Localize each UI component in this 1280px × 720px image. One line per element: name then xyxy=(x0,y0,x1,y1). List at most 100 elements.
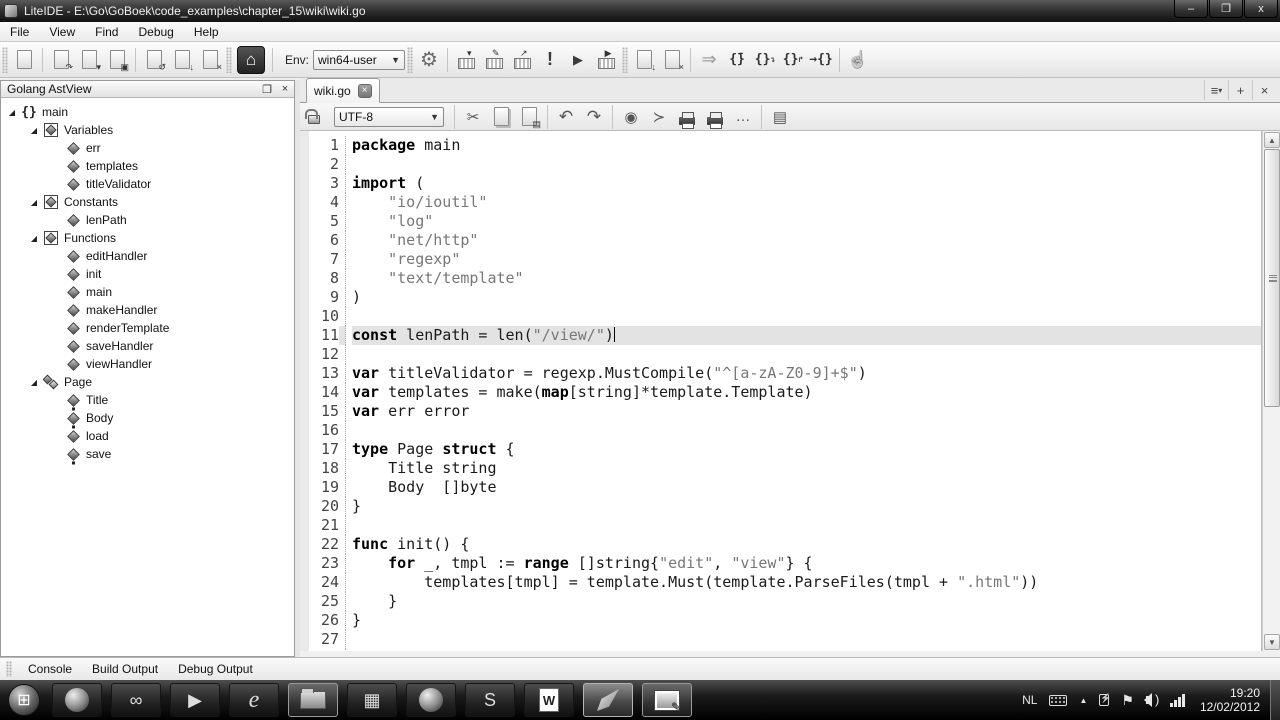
code-line[interactable]: 4 "io/ioutil" xyxy=(309,193,1262,212)
code-line[interactable]: 7 "regexp" xyxy=(309,250,1262,269)
word-app[interactable]: W xyxy=(524,683,574,717)
tree-item-load[interactable]: load xyxy=(1,427,294,445)
code-line[interactable]: 6 "net/http" xyxy=(309,231,1262,250)
tree-item-init[interactable]: init xyxy=(1,265,294,283)
revert-file-icon[interactable]: ↓ xyxy=(169,47,195,73)
close-tab-icon[interactable]: × xyxy=(1252,80,1276,100)
toolbar-handle[interactable] xyxy=(226,47,232,73)
tab-close-icon[interactable]: × xyxy=(358,84,372,98)
export-icon[interactable]: ≻ xyxy=(646,104,672,130)
show-desktop-button[interactable] xyxy=(1270,680,1280,720)
code-line[interactable]: 5 "log" xyxy=(309,212,1262,231)
action-center-flag-icon[interactable]: ⚑ xyxy=(1121,692,1134,709)
toolbar-handle[interactable] xyxy=(407,47,413,73)
clock[interactable]: 19:20 12/02/2012 xyxy=(1200,686,1260,714)
code-line[interactable]: 15var err error xyxy=(309,402,1262,421)
copy-icon[interactable] xyxy=(488,104,514,130)
tab-wiki-go[interactable]: wiki.go × xyxy=(306,78,380,103)
start-button[interactable]: ⊞ xyxy=(8,684,40,716)
run-to-line-icon[interactable]: →{} xyxy=(808,47,834,73)
expander-icon[interactable]: ◢ xyxy=(29,378,39,387)
tree-item-makeHandler[interactable]: makeHandler xyxy=(1,301,294,319)
skype-app[interactable]: S xyxy=(465,683,515,717)
expander-icon[interactable]: ◢ xyxy=(7,108,17,117)
code-line[interactable]: 10 xyxy=(309,307,1262,326)
undo-icon[interactable]: ↶ xyxy=(553,104,579,130)
cut-icon[interactable]: ✂ xyxy=(460,104,486,130)
tree-item-lenPath[interactable]: lenPath xyxy=(1,211,294,229)
menu-find[interactable]: Find xyxy=(85,23,128,41)
scroll-up-icon[interactable]: ▲ xyxy=(1264,132,1280,148)
code-line[interactable]: 24 templates[tmpl] = template.Must(templ… xyxy=(309,573,1262,592)
tree-item-editHandler[interactable]: editHandler xyxy=(1,247,294,265)
tree-item-Functions[interactable]: ◢Functions xyxy=(1,229,294,247)
code-line[interactable]: 14var templates = make(map[string]*templ… xyxy=(309,383,1262,402)
code-line[interactable]: 26} xyxy=(309,611,1262,630)
expander-icon[interactable]: ◢ xyxy=(29,126,39,135)
tree-item-templates[interactable]: templates xyxy=(1,157,294,175)
output-tab-build-output[interactable]: Build Output xyxy=(82,660,168,678)
continue-icon[interactable]: ⇒ xyxy=(696,47,722,73)
print-icon[interactable] xyxy=(674,104,700,130)
hidden-icons-button[interactable]: ▲ xyxy=(1079,696,1087,705)
save-all-icon[interactable]: ▣ xyxy=(104,47,130,73)
debug-run-icon[interactable]: ▶ xyxy=(593,47,619,73)
code-line[interactable]: 3import ( xyxy=(309,174,1262,193)
calculator-app[interactable]: ▦ xyxy=(347,683,397,717)
code-line[interactable]: 25 } xyxy=(309,592,1262,611)
stop-icon[interactable]: ! xyxy=(537,47,563,73)
code-line[interactable]: 2 xyxy=(309,155,1262,174)
tree-item-viewHandler[interactable]: viewHandler xyxy=(1,355,294,373)
code-line[interactable]: 12 xyxy=(309,345,1262,364)
code-line[interactable]: 11const lenPath = len("/view/") xyxy=(309,326,1262,345)
language-indicator[interactable]: NL xyxy=(1022,693,1037,707)
redo-icon[interactable]: ↷ xyxy=(581,104,607,130)
expression-app[interactable]: ∞ xyxy=(111,683,161,717)
code-line[interactable]: 22func init() { xyxy=(309,535,1262,554)
close-panel-icon[interactable]: × xyxy=(276,82,294,97)
volume-icon[interactable] xyxy=(1146,696,1158,704)
deploy-icon[interactable]: ↗ xyxy=(509,47,535,73)
encoding-select[interactable]: UTF-8 ▼ xyxy=(334,107,444,127)
minimize-button[interactable]: – xyxy=(1174,0,1208,18)
tree-item-saveHandler[interactable]: saveHandler xyxy=(1,337,294,355)
toolbar-handle[interactable] xyxy=(2,47,8,73)
expander-icon[interactable]: ◢ xyxy=(29,234,39,243)
code-line[interactable]: 16 xyxy=(309,421,1262,440)
pause-hand-icon[interactable]: ☝ xyxy=(845,47,871,73)
close-file-icon[interactable]: × xyxy=(197,47,223,73)
vertical-scrollbar[interactable]: ▲ ▼ xyxy=(1262,131,1280,651)
open-file-icon[interactable]: ↷ xyxy=(48,47,74,73)
toolbar-handle[interactable] xyxy=(622,47,628,73)
more-button[interactable]: … xyxy=(730,104,756,130)
output-bar-handle[interactable] xyxy=(6,661,12,677)
install-icon[interactable]: ✎ xyxy=(481,47,507,73)
reload-file-icon[interactable]: ↺ xyxy=(141,47,167,73)
code-line[interactable]: 1package main xyxy=(309,136,1262,155)
new-file-icon[interactable] xyxy=(11,47,37,73)
menu-debug[interactable]: Debug xyxy=(128,23,183,41)
power-plug-icon[interactable] xyxy=(1099,694,1109,706)
tree-item-main[interactable]: ◢{}main xyxy=(1,103,294,121)
word-wrap-icon[interactable]: ▤ xyxy=(767,104,793,130)
menu-file[interactable]: File xyxy=(0,23,39,41)
navigate-icon[interactable]: ◉ xyxy=(618,104,644,130)
step-out-icon[interactable]: {}↱ xyxy=(780,47,806,73)
tree-item-Body[interactable]: Body xyxy=(1,409,294,427)
print-preview-icon[interactable] xyxy=(702,104,728,130)
scrollbar-thumb[interactable] xyxy=(1264,149,1280,407)
env-select[interactable]: win64-user ▼ xyxy=(313,50,405,70)
window-titlebar[interactable]: LiteIDE - E:\Go\GoBoek\code_examples\cha… xyxy=(0,0,1280,22)
menu-view[interactable]: View xyxy=(39,23,85,41)
tree-item-Title[interactable]: Title xyxy=(1,391,294,409)
new-tab-icon[interactable]: + xyxy=(1228,80,1252,100)
tree-item-Constants[interactable]: ◢Constants xyxy=(1,193,294,211)
tree-item-Page[interactable]: ◢Page xyxy=(1,373,294,391)
scroll-down-icon[interactable]: ▼ xyxy=(1264,634,1280,650)
close-button[interactable]: x xyxy=(1244,0,1278,18)
internet-explorer-app[interactable]: e xyxy=(229,683,279,717)
code-editor[interactable]: 1package main23import (4 "io/ioutil"5 "l… xyxy=(300,131,1262,651)
tree-item-Variables[interactable]: ◢Variables xyxy=(1,121,294,139)
code-line[interactable]: 27 xyxy=(309,630,1262,649)
lock-icon[interactable] xyxy=(301,104,327,130)
